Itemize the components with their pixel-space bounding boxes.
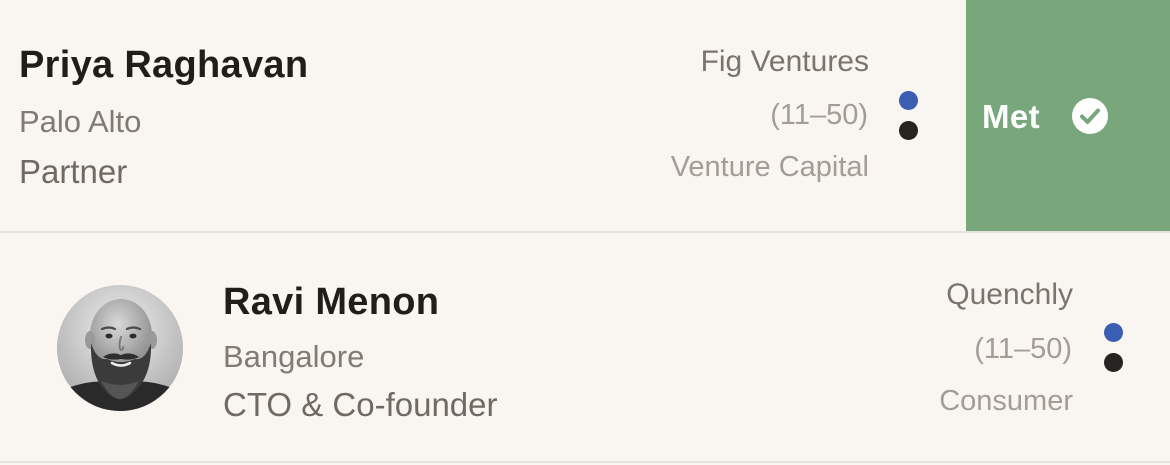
met-label: Met (982, 98, 1041, 135)
company-industry: Consumer (939, 385, 1073, 417)
contact-title: Partner (19, 153, 128, 190)
contact-location: Bangalore (223, 339, 365, 374)
contact-location: Palo Alto (19, 104, 142, 139)
bearded-man-avatar (57, 285, 183, 411)
company-name: Quenchly (946, 278, 1073, 311)
status-dot-black (1104, 353, 1123, 372)
contact-row[interactable]: Priya Raghavan Palo Alto Partner Fig Ven… (0, 0, 1170, 233)
company-name: Fig Ventures (700, 45, 869, 78)
company-size: (11–50) (974, 333, 1072, 365)
met-action-button[interactable]: Met (966, 0, 1170, 231)
status-dot-blue (1104, 323, 1123, 342)
status-dot-black (899, 121, 918, 140)
contact-name: Ravi Menon (223, 281, 440, 323)
status-dot-blue (899, 91, 918, 110)
contact-list: Priya Raghavan Palo Alto Partner Fig Ven… (0, 0, 1170, 465)
contact-name: Priya Raghavan (19, 44, 309, 86)
avatar (57, 285, 183, 411)
company-industry: Venture Capital (670, 151, 869, 183)
company-size: (11–50) (770, 99, 868, 131)
contact-row[interactable]: Ravi Menon Bangalore CTO & Co-founder Qu… (0, 233, 1170, 463)
check-circle-icon (1072, 98, 1108, 134)
contact-title: CTO & Co-founder (223, 386, 498, 423)
